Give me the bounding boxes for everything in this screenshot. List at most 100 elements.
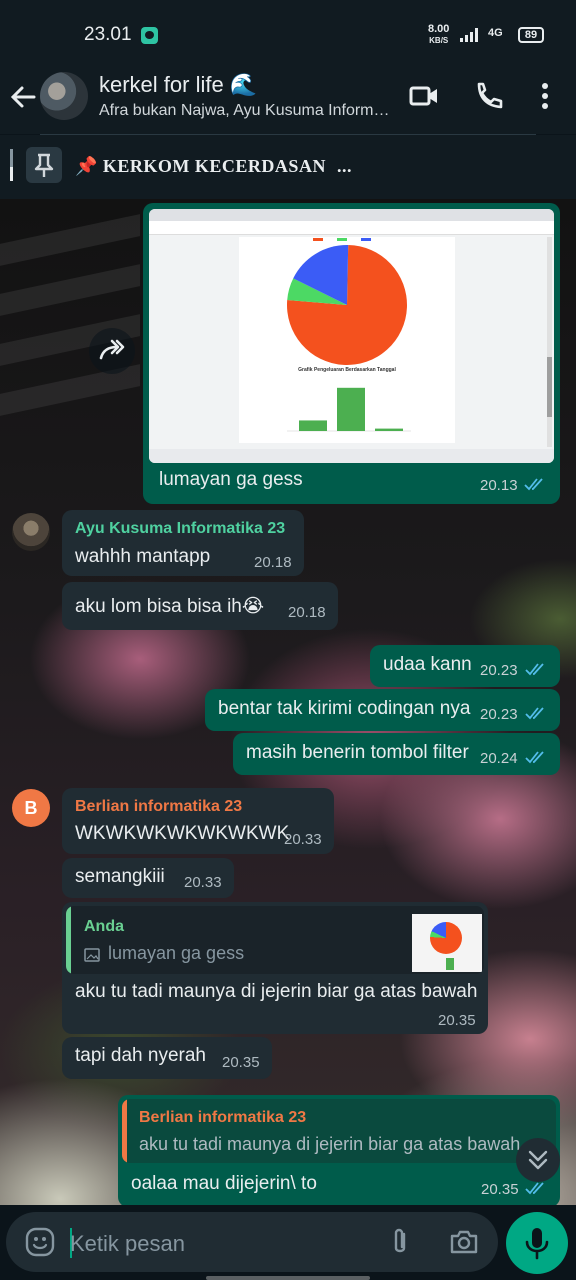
browser-tabs	[149, 209, 554, 221]
signal-icon	[460, 28, 478, 42]
back-arrow-icon[interactable]	[8, 82, 38, 112]
group-title-text: kerkel for life	[99, 72, 224, 97]
bar	[299, 420, 327, 431]
pinned-message-bar[interactable]: 📌 KERKOM KECERDASAN ...	[0, 135, 576, 199]
incoming-message[interactable]: aku lom bisa bisa ih😭 20.18	[62, 582, 338, 630]
page-content: Grafik Pengeluaran Berdasarkan Tanggal	[239, 237, 455, 443]
message-text: WKWKWKWKWKWKWK	[75, 823, 290, 844]
network-speed-unit: KB/S	[429, 36, 449, 45]
mic-icon	[525, 1228, 549, 1260]
message-text: bentar tak kirimi codingan nya	[218, 698, 471, 719]
image-message[interactable]: Grafik Pengeluaran Berdasarkan Tanggal l…	[143, 203, 560, 504]
message-time: 20.35	[438, 1012, 476, 1029]
network-speed-value: 8.00	[428, 23, 450, 35]
message-time: 20.35	[222, 1054, 260, 1071]
voice-record-button[interactable]	[506, 1212, 568, 1274]
screenshot-image[interactable]: Grafik Pengeluaran Berdasarkan Tanggal	[149, 209, 554, 463]
incoming-message-reply[interactable]: Anda lumayan ga gess aku tu tadi maunya …	[62, 902, 488, 1034]
legend-chip	[337, 238, 347, 241]
group-members[interactable]: Afra bukan Najwa, Ayu Kusuma Inform…	[99, 102, 390, 120]
legend-chip	[361, 238, 371, 241]
message-time: 20.23	[480, 662, 518, 679]
outgoing-message[interactable]: udaa kann 20.23	[370, 645, 560, 687]
pinned-text: 📌 KERKOM KECERDASAN ...	[75, 156, 352, 177]
pinned-ellipsis: ...	[336, 156, 352, 176]
quoted-message[interactable]: Anda lumayan ga gess	[66, 906, 484, 974]
network-type: 4G	[488, 27, 503, 39]
sender-avatar-berlian[interactable]: B	[12, 789, 50, 827]
message-text: wahhh mantapp	[75, 546, 211, 567]
sender-avatar-ayu[interactable]	[12, 513, 50, 551]
group-avatar[interactable]	[40, 72, 88, 120]
quote-text: lumayan ga gess	[108, 943, 245, 963]
status-time: 23.01	[84, 24, 132, 45]
message-time: 20.23	[480, 706, 518, 723]
forward-icon	[99, 339, 125, 360]
message-time: 20.13	[480, 477, 518, 494]
incoming-message[interactable]: Ayu Kusuma Informatika 23 wahhh mantapp …	[62, 510, 304, 576]
chat-area[interactable]: Grafik Pengeluaran Berdasarkan Tanggal l…	[0, 199, 576, 1205]
legend-chip	[313, 238, 323, 241]
message-input[interactable]: Ketik pesan	[70, 1231, 185, 1257]
quote-bar	[66, 906, 71, 974]
group-title[interactable]: kerkel for life 🌊	[99, 72, 257, 98]
message-text: oalaa mau dijejerin\ to	[131, 1173, 317, 1194]
battery-indicator: 89	[518, 27, 544, 43]
outgoing-message[interactable]: bentar tak kirimi codingan nya 20.23	[205, 689, 560, 731]
sender-name[interactable]: Ayu Kusuma Informatika 23	[75, 520, 285, 538]
message-time: 20.35	[481, 1181, 519, 1198]
wallpaper-stripe	[0, 214, 140, 266]
network-speed: 8.00 KB/S	[428, 24, 449, 46]
incoming-message[interactable]: tapi dah nyerah 20.35	[62, 1037, 272, 1079]
image-scrollbar	[547, 237, 552, 447]
video-call-icon[interactable]	[408, 80, 440, 112]
message-time: 20.18	[288, 604, 326, 621]
read-ticks-icon	[524, 478, 543, 491]
bar-chart	[287, 387, 411, 432]
image-icon	[84, 948, 100, 962]
read-ticks-icon	[525, 751, 544, 764]
group-title-emoji: 🌊	[229, 72, 258, 97]
bar	[337, 387, 365, 431]
pinned-emoji: 📌	[75, 156, 98, 176]
message-time: 20.18	[254, 554, 292, 571]
camera-icon[interactable]	[448, 1226, 480, 1258]
bar-chart-title: Grafik Pengeluaran Berdasarkan Tanggal	[298, 367, 396, 373]
pinned-label: KERKOM KECERDASAN	[102, 156, 326, 176]
chat-header: kerkel for life 🌊 Afra bukan Najwa, Ayu …	[0, 70, 576, 134]
message-text: udaa kann	[383, 654, 472, 675]
incoming-message[interactable]: Berlian informatika 23 WKWKWKWKWKWKWK 20…	[62, 788, 334, 854]
emoji-icon[interactable]	[24, 1226, 56, 1258]
message-text: lumayan ga gess	[159, 469, 303, 490]
pin-button[interactable]	[26, 147, 62, 183]
scroll-to-bottom-button[interactable]	[516, 1138, 560, 1182]
pie-chart	[287, 238, 407, 365]
quoted-message[interactable]: Berlian informatika 23 aku tu tadi mauny…	[122, 1099, 556, 1163]
read-ticks-icon	[525, 707, 544, 720]
phone-icon[interactable]	[473, 80, 505, 112]
sender-name[interactable]: Berlian informatika 23	[75, 798, 242, 816]
message-text: aku lom bisa bisa ih😭	[75, 596, 265, 617]
forward-button[interactable]	[89, 328, 135, 374]
quote-author: Berlian informatika 23	[139, 1109, 307, 1126]
bar	[375, 428, 403, 431]
wallpaper-stripe	[0, 264, 140, 316]
notification-icon	[141, 27, 158, 44]
outgoing-message[interactable]: masih benerin tombol filter 20.24	[233, 733, 560, 775]
chevron-down-icon	[528, 1150, 548, 1170]
message-composer: Ketik pesan	[6, 1212, 498, 1272]
quote-thumbnail	[412, 914, 482, 972]
pin-icon	[34, 153, 54, 177]
avatar-letter: B	[24, 798, 38, 818]
incoming-message[interactable]: semangkiii 20.33	[62, 858, 234, 898]
attach-icon[interactable]	[384, 1226, 416, 1258]
quote-author: Anda	[84, 918, 124, 935]
message-text: masih benerin tombol filter	[246, 742, 469, 763]
read-ticks-icon	[525, 1182, 544, 1195]
outgoing-message-reply[interactable]: Berlian informatika 23 aku tu tadi mauny…	[118, 1095, 560, 1205]
message-text: tapi dah nyerah	[75, 1045, 206, 1066]
read-ticks-icon	[525, 663, 544, 676]
more-vert-icon[interactable]	[529, 80, 561, 112]
message-time: 20.24	[480, 750, 518, 767]
home-indicator	[206, 1276, 370, 1280]
